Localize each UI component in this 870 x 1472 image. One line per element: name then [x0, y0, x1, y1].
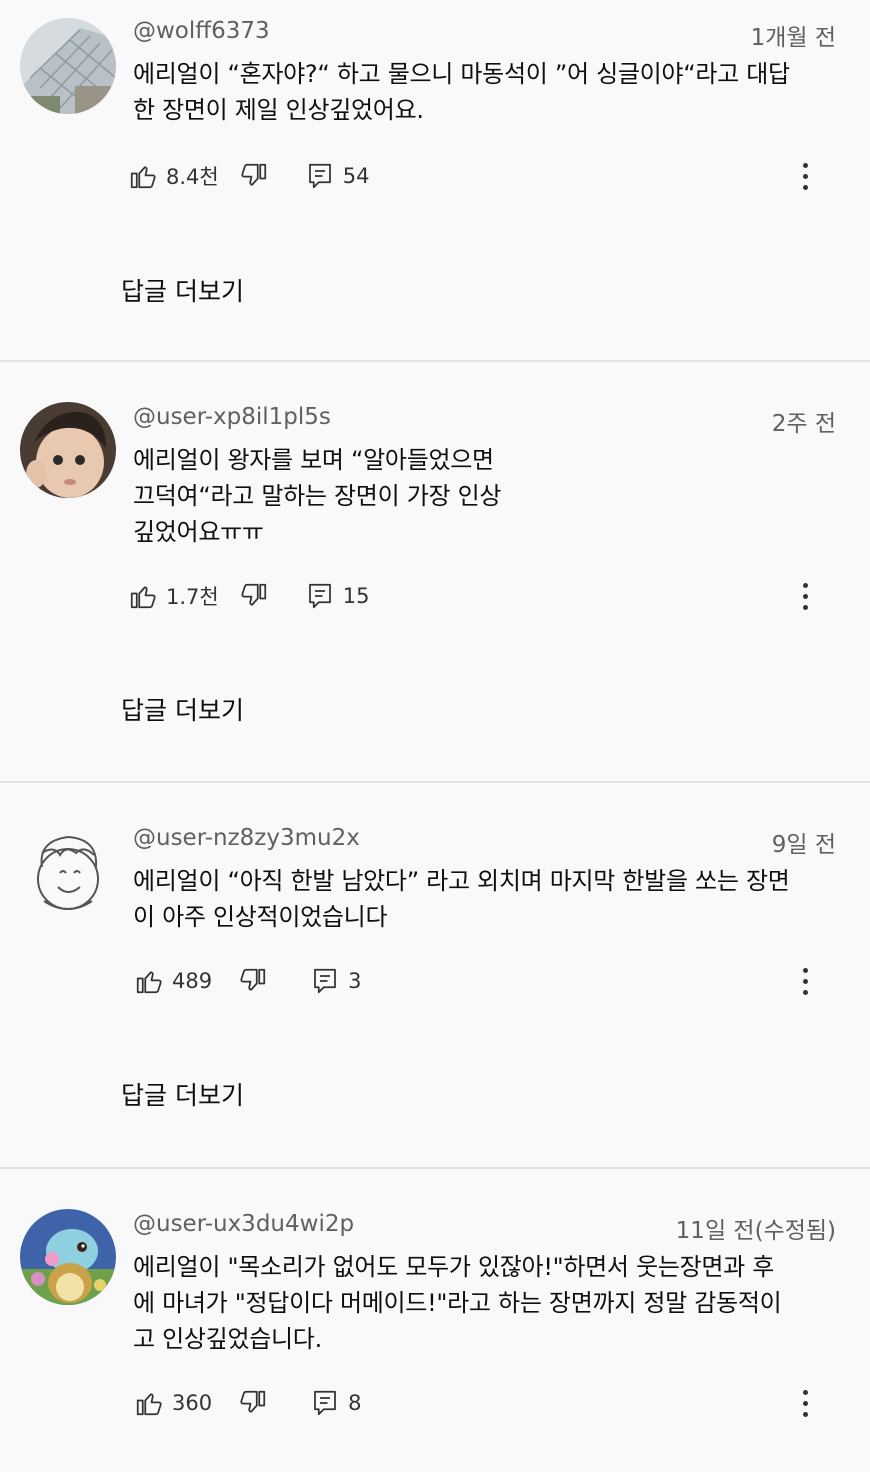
- comment-actions: 1.7천 15: [128, 576, 369, 616]
- reply-count: 8: [348, 1391, 362, 1415]
- avatar[interactable]: [20, 18, 116, 114]
- show-replies-button[interactable]: 답글 더보기: [121, 1076, 244, 1112]
- comment-thread: @user-nz8zy3mu2x 9일 전 에리얼이 “아직 한발 남았다” 라…: [0, 783, 870, 1167]
- like-count: 1.7천: [166, 585, 219, 609]
- reply-comment-icon[interactable]: [310, 1388, 340, 1418]
- thumbs-down-icon[interactable]: [239, 581, 269, 611]
- comment-thread: @user-xp8il1pl5s 2주 전 에리얼이 왕자를 보며 “알아들었으…: [0, 362, 870, 781]
- comment-text: 에리얼이 "목소리가 없어도 모두가 있잖아!"하면서 웃는장면과 후 에 마녀…: [133, 1253, 782, 1353]
- thumbs-down-icon[interactable]: [238, 966, 268, 996]
- thumbs-up-icon[interactable]: [128, 161, 158, 191]
- thumbs-up-icon[interactable]: [134, 966, 164, 996]
- comment-text: 에리얼이 “아직 한발 남았다” 라고 외치며 마지막 한발을 쏘는 장면 이 …: [133, 867, 790, 931]
- like-count: 489: [172, 969, 213, 993]
- comment-actions: 489 3: [128, 961, 361, 1001]
- thumbs-down-icon[interactable]: [238, 1388, 268, 1418]
- show-replies-button[interactable]: 답글 더보기: [121, 272, 244, 308]
- avatar[interactable]: [20, 823, 116, 919]
- thumbs-up-icon[interactable]: [128, 581, 158, 611]
- comment-author[interactable]: @wolff6373: [133, 18, 270, 44]
- squirtle-avatar-icon: [20, 1209, 116, 1305]
- comment-actions: 360 8: [128, 1383, 361, 1423]
- comment-text: 에리얼이 왕자를 보며 “알아들었으면 끄덕여“라고 말하는 장면이 가장 인상…: [133, 446, 502, 546]
- avatar[interactable]: [20, 1209, 116, 1305]
- reply-comment-icon[interactable]: [305, 581, 335, 611]
- reply-count: 54: [342, 164, 370, 188]
- smiley-drawing-avatar-icon: [20, 823, 116, 919]
- comment-time[interactable]: 2주 전: [772, 404, 836, 438]
- more-options-icon[interactable]: [790, 576, 820, 616]
- baby-face-avatar-icon: [20, 402, 116, 498]
- comment-author[interactable]: @user-nz8zy3mu2x: [133, 825, 360, 851]
- comment-thread: @user-ux3du4wi2p 11일 전(수정됨) 에리얼이 "목소리가 없…: [0, 1169, 870, 1472]
- comment-author[interactable]: @user-ux3du4wi2p: [133, 1211, 354, 1237]
- reply-comment-icon[interactable]: [310, 966, 340, 996]
- reply-count: 3: [348, 969, 362, 993]
- comment-thread: @wolff6373 1개월 전 에리얼이 “혼자야?“ 하고 물으니 마동석이…: [0, 0, 870, 360]
- more-options-icon[interactable]: [790, 961, 820, 1001]
- glass-building-avatar-icon: [20, 18, 116, 114]
- more-options-icon[interactable]: [790, 156, 820, 196]
- comment-time[interactable]: 1개월 전: [751, 18, 836, 52]
- comment-author[interactable]: @user-xp8il1pl5s: [133, 404, 331, 430]
- comment-text: 에리얼이 “혼자야?“ 하고 물으니 마동석이 ”어 싱글이야“라고 대답 한 …: [133, 60, 790, 124]
- reply-comment-icon[interactable]: [305, 161, 335, 191]
- like-count: 360: [172, 1391, 213, 1415]
- show-replies-button[interactable]: 답글 더보기: [121, 691, 244, 727]
- like-count: 8.4천: [166, 165, 219, 189]
- reply-count: 15: [342, 584, 370, 608]
- comment-actions: 8.4천 54: [128, 156, 369, 196]
- thumbs-down-icon[interactable]: [239, 161, 269, 191]
- avatar[interactable]: [20, 402, 116, 498]
- comment-time[interactable]: 9일 전: [772, 825, 836, 859]
- thumbs-up-icon[interactable]: [134, 1388, 164, 1418]
- more-options-icon[interactable]: [790, 1383, 820, 1423]
- comment-time[interactable]: 11일 전(수정됨): [676, 1211, 836, 1245]
